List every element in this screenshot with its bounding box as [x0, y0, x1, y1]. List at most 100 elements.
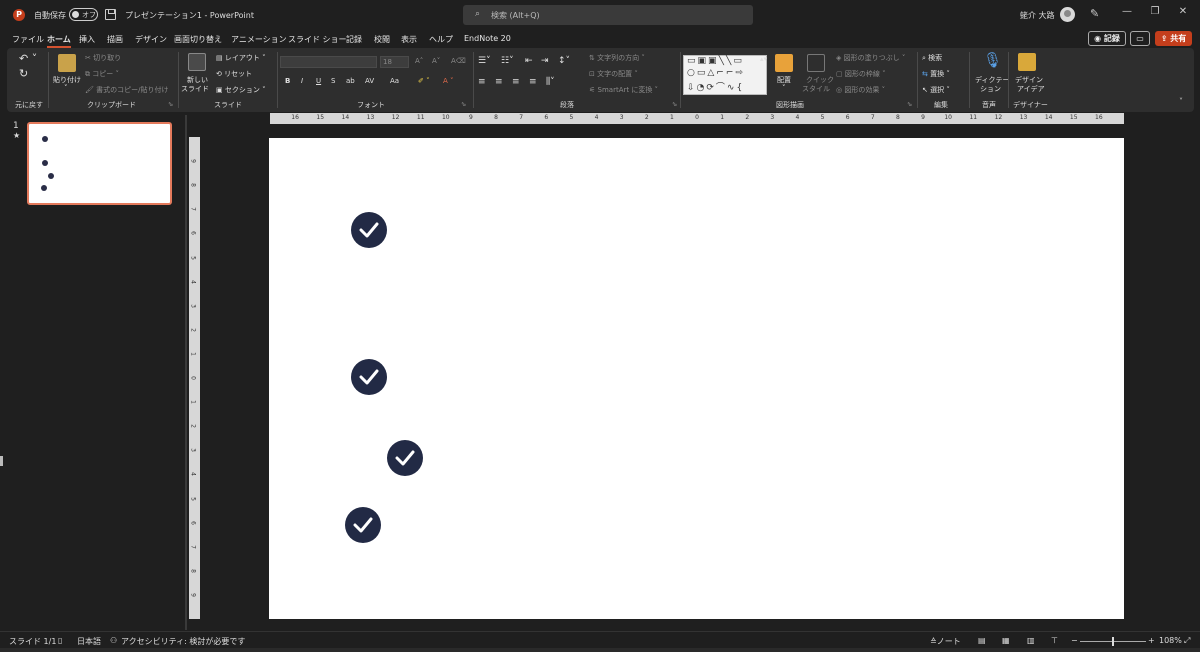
horizontal-ruler[interactable]: 16 15 14 13 12 11 10 9 8 7 6 5 4 3 2 1 0 1 2 3 4 5 6 7 8 9 10 11 12 1…: [270, 113, 1124, 124]
shape-outline-button[interactable]: ▢ 図形の枠線 ˅: [836, 69, 886, 79]
case-button[interactable]: Aa: [390, 77, 399, 85]
paste-dropdown-icon[interactable]: ˅: [64, 84, 68, 92]
underline-button[interactable]: U: [316, 77, 321, 85]
layout-button[interactable]: ▤ レイアウト ˅: [216, 53, 266, 63]
check-circle-icon[interactable]: [351, 359, 387, 395]
tab-help[interactable]: ヘルプ: [429, 34, 453, 45]
redo-icon[interactable]: ↻: [19, 67, 28, 80]
align-text-button[interactable]: ⊡ 文字の配置 ˅: [589, 69, 638, 79]
bold-button[interactable]: B: [285, 77, 290, 85]
drawing-launcher-icon[interactable]: ⬂: [907, 101, 912, 108]
justify-icon[interactable]: ≡: [529, 77, 537, 87]
select-button[interactable]: ↖ 選択 ˅: [922, 85, 950, 95]
spellcheck-icon[interactable]: ▯: [58, 636, 62, 645]
shapes-gallery[interactable]: ▭▣▣╲╲▭ ○▭△⌐⌐⇨ ⇩◔⟳⌒∿{: [683, 55, 767, 95]
slide-sorter-icon[interactable]: ▦: [1002, 636, 1010, 645]
smartart-button[interactable]: ⚟ SmartArt に変換 ˅: [589, 85, 658, 95]
font-color-icon[interactable]: A ˅: [443, 77, 454, 85]
columns-icon[interactable]: ⫼˅: [546, 77, 555, 87]
decrease-font-icon[interactable]: A˅: [432, 57, 440, 65]
minimize-button[interactable]: —: [1119, 6, 1135, 17]
reading-view-icon[interactable]: ▥: [1027, 636, 1035, 645]
zoom-slider-thumb[interactable]: [1112, 637, 1114, 646]
shape-fill-button[interactable]: ◈ 図形の塗りつぶし ˅: [836, 53, 905, 63]
autosave-toggle[interactable]: オフ: [69, 8, 98, 21]
record-button[interactable]: ◉ 記録: [1088, 31, 1126, 46]
pane-resize-handle[interactable]: [0, 456, 3, 466]
slide-count[interactable]: スライド 1/1: [9, 636, 56, 647]
slideshow-view-icon[interactable]: ⊤: [1051, 636, 1058, 645]
design-ideas-icon[interactable]: [1018, 53, 1036, 71]
tab-view[interactable]: 表示: [401, 34, 417, 45]
arrange-icon[interactable]: [775, 54, 793, 72]
check-circle-icon[interactable]: [351, 212, 387, 248]
microphone-icon[interactable]: 🎙: [983, 51, 1002, 69]
slide-thumbnail[interactable]: [27, 122, 172, 205]
avatar[interactable]: [1060, 7, 1075, 22]
tab-insert[interactable]: 挿入: [79, 34, 95, 45]
italic-button[interactable]: I: [301, 77, 303, 85]
search-box[interactable]: ⌕ 検索 (Alt+Q): [463, 5, 753, 25]
spacing-button[interactable]: AV: [365, 77, 374, 85]
undo-icon[interactable]: ↶ ˅: [19, 52, 37, 65]
zoom-level[interactable]: 108%: [1159, 636, 1182, 645]
copy-button[interactable]: ⧉ コピー ˅: [85, 69, 119, 79]
text-direction-button[interactable]: ⇅ 文字列の方向 ˅: [589, 53, 645, 63]
format-painter-button[interactable]: 🖌 書式のコピー/貼り付け: [85, 85, 168, 95]
dictate-label-2[interactable]: ション: [980, 84, 1001, 94]
user-name[interactable]: 蛯介 大路: [1020, 10, 1055, 21]
check-circle-icon[interactable]: [387, 440, 423, 476]
font-size-field[interactable]: 18: [380, 56, 409, 68]
shapes-more-icon[interactable]: ▴▾: [760, 55, 767, 63]
highlight-icon[interactable]: ✐ ˅: [418, 77, 430, 85]
paste-icon[interactable]: [58, 54, 76, 72]
save-icon[interactable]: [105, 9, 116, 20]
cut-button[interactable]: ✂ 切り取り: [85, 53, 121, 63]
new-slide-icon[interactable]: [188, 53, 206, 71]
quick-styles-label-2[interactable]: スタイル: [802, 84, 830, 94]
numbering-icon[interactable]: ☷˅: [501, 56, 514, 66]
arrange-dropdown-icon[interactable]: ˅: [782, 84, 786, 92]
accessibility-status[interactable]: アクセシビリティ: 検討が必要です: [121, 636, 245, 647]
tab-home[interactable]: ホーム: [47, 34, 71, 48]
quick-styles-icon[interactable]: [807, 54, 825, 72]
clear-format-icon[interactable]: A⌫: [451, 57, 466, 65]
zoom-in-button[interactable]: +: [1148, 636, 1155, 645]
tab-animations[interactable]: アニメーション: [231, 34, 287, 45]
comment-button[interactable]: ▭: [1130, 31, 1150, 46]
clipboard-launcher-icon[interactable]: ⬂: [168, 101, 173, 108]
reset-button[interactable]: ⟲ リセット: [216, 69, 252, 79]
accessibility-icon[interactable]: ⚇: [110, 636, 117, 645]
design-ideas-label-2[interactable]: アイデア: [1017, 84, 1045, 94]
paragraph-launcher-icon[interactable]: ⬂: [672, 101, 677, 108]
tab-file[interactable]: ファイル: [12, 34, 44, 45]
pen-icon[interactable]: ✎: [1090, 7, 1099, 20]
align-right-icon[interactable]: ≡: [512, 77, 520, 87]
collapse-ribbon-icon[interactable]: ˅: [1179, 97, 1183, 106]
align-left-icon[interactable]: ≡: [478, 77, 486, 87]
tab-design[interactable]: デザイン: [135, 34, 167, 45]
zoom-out-button[interactable]: −: [1071, 636, 1078, 645]
strike-button[interactable]: S: [331, 77, 335, 85]
find-button[interactable]: ⌕ 検索: [922, 53, 942, 63]
tab-slideshow[interactable]: スライド ショー: [288, 34, 347, 45]
vertical-ruler[interactable]: 9 8 7 6 5 4 3 2 1 0 1 2 3 4 5 6 7 8 9: [189, 137, 200, 619]
share-button[interactable]: ⇪ 共有: [1155, 31, 1192, 46]
new-slide-label-2[interactable]: スライド: [181, 84, 209, 94]
check-circle-icon[interactable]: [345, 507, 381, 543]
normal-view-icon[interactable]: ▤: [978, 636, 986, 645]
tab-record[interactable]: 記録: [346, 34, 362, 45]
align-center-icon[interactable]: ≡: [495, 77, 503, 87]
increase-font-icon[interactable]: A˄: [415, 57, 423, 65]
line-spacing-icon[interactable]: ↕˅: [558, 56, 570, 66]
section-button[interactable]: ▣ セクション ˅: [216, 85, 266, 95]
fit-to-window-icon[interactable]: ⤢: [1184, 636, 1190, 646]
tab-endnote[interactable]: EndNote 20: [464, 34, 511, 43]
font-name-field[interactable]: [280, 56, 377, 68]
tab-transitions[interactable]: 画面切り替え: [174, 34, 222, 45]
shadow-button[interactable]: ab: [346, 77, 355, 85]
close-button[interactable]: ✕: [1175, 6, 1191, 17]
slide-canvas[interactable]: [269, 138, 1124, 619]
language[interactable]: 日本語: [77, 636, 101, 647]
bullets-icon[interactable]: ☰˅: [478, 56, 491, 66]
